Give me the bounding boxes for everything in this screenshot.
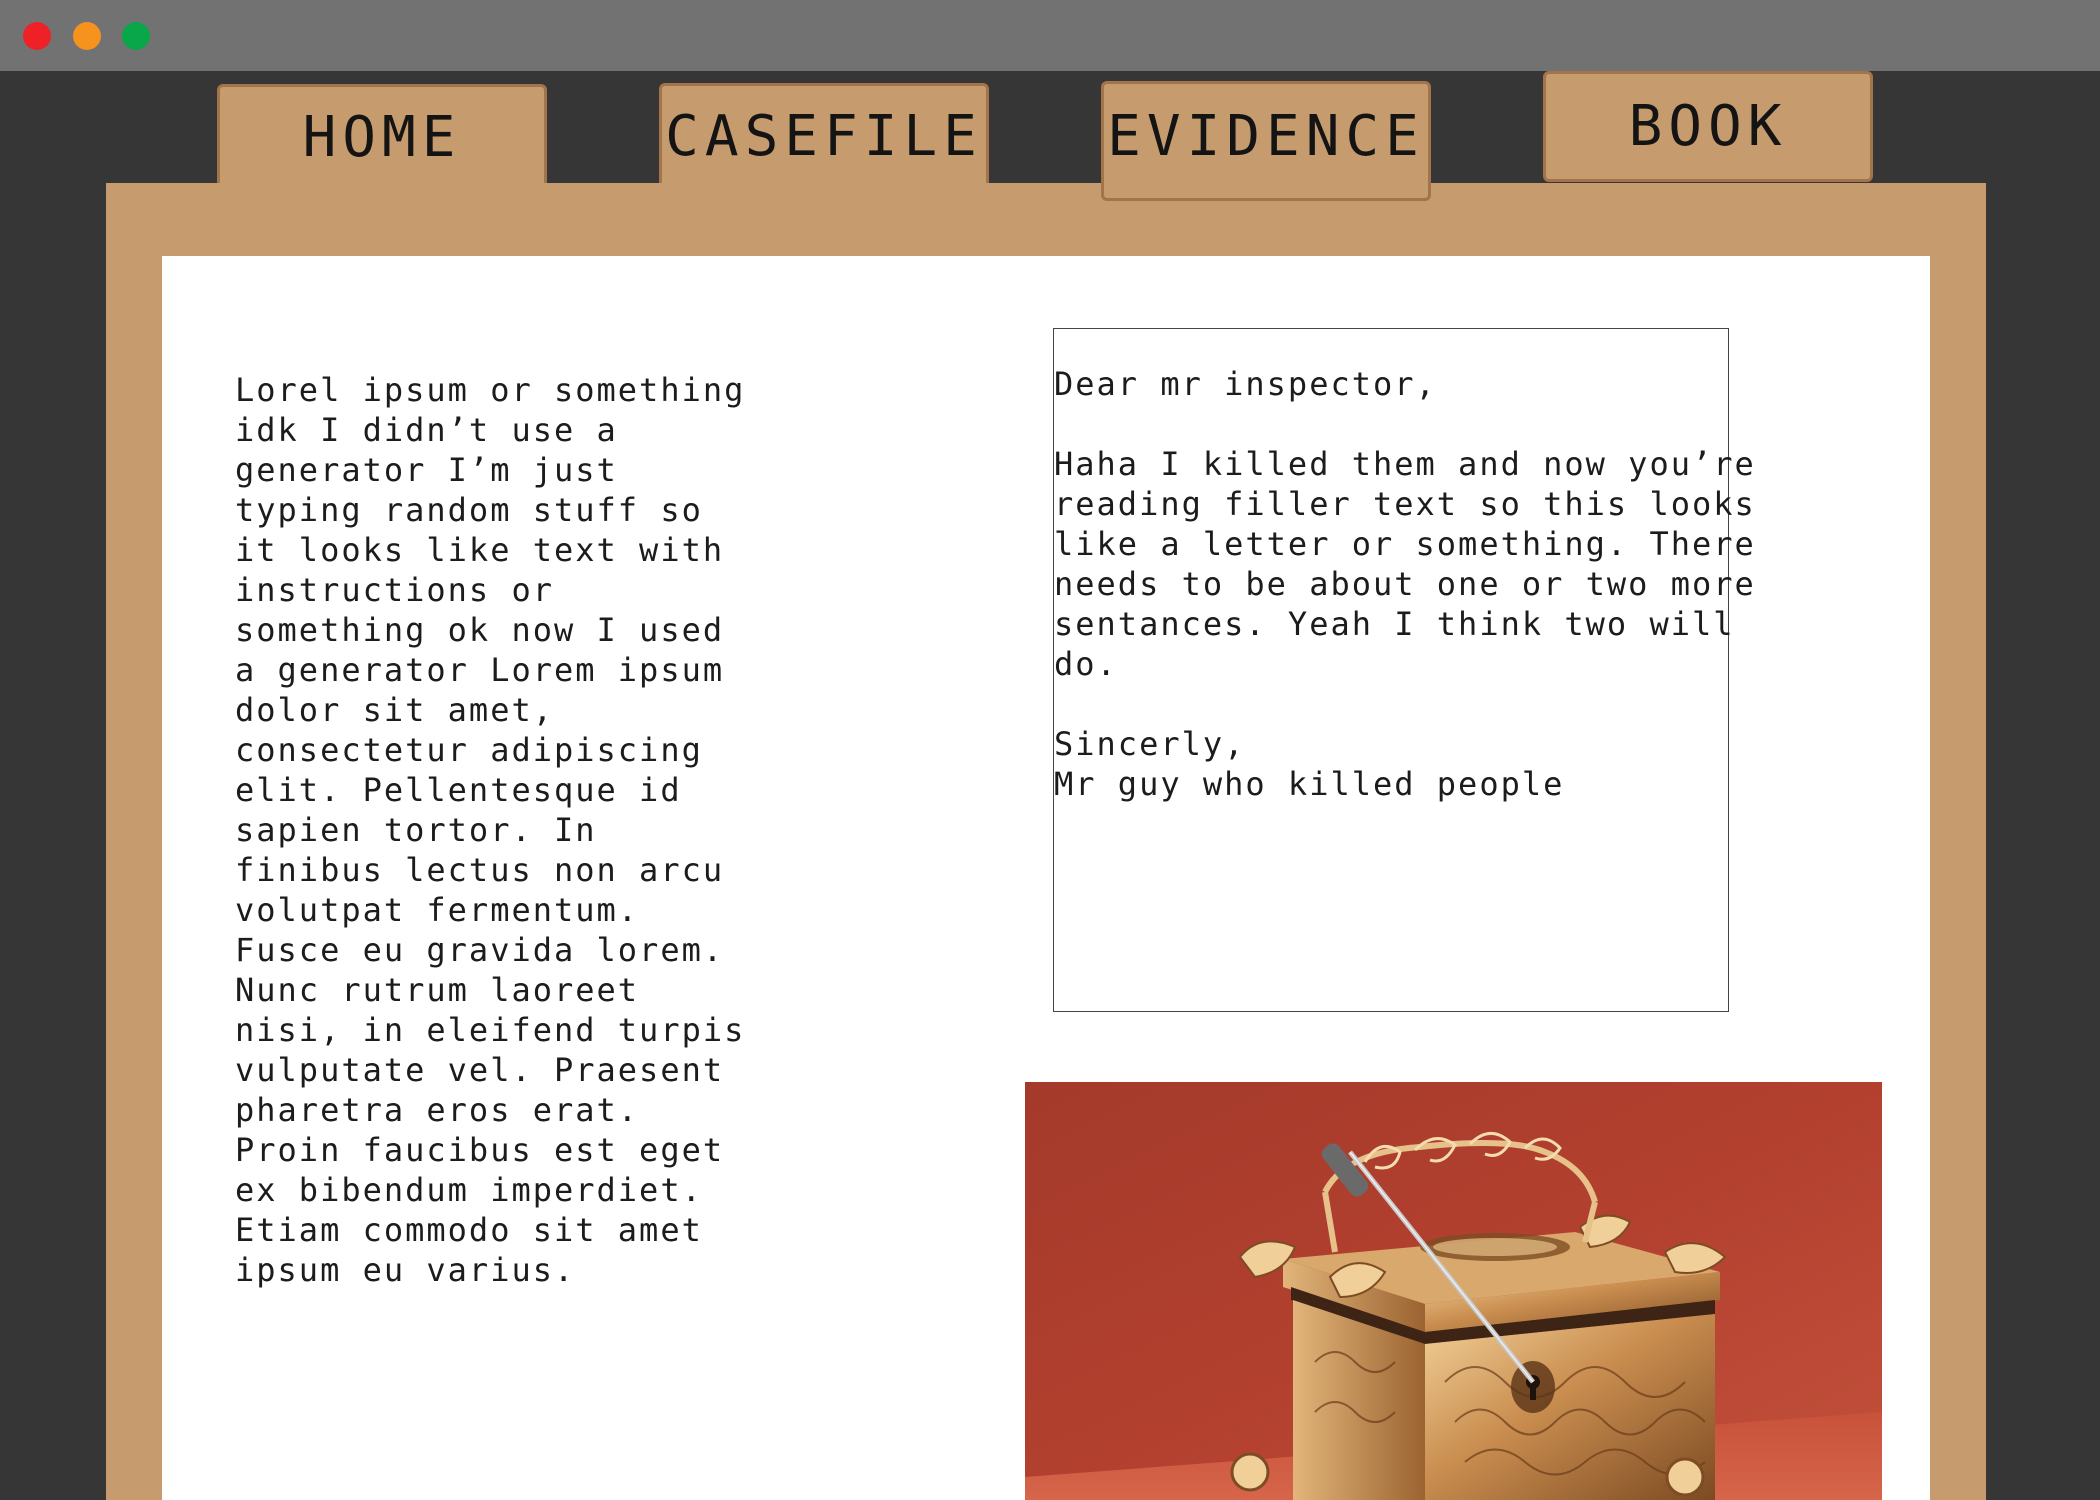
minimize-window-button[interactable] bbox=[73, 22, 101, 50]
tab-home[interactable]: HOME bbox=[217, 84, 547, 190]
letter-closing: Sincerly, bbox=[1054, 725, 1246, 763]
letter-greeting: Dear mr inspector, bbox=[1054, 365, 1437, 403]
tab-book[interactable]: BOOK bbox=[1543, 71, 1873, 182]
close-window-button[interactable] bbox=[23, 22, 51, 50]
window-titlebar bbox=[0, 0, 2100, 71]
maximize-window-button[interactable] bbox=[122, 22, 150, 50]
jewelry-box-image bbox=[1025, 1082, 1882, 1500]
evidence-letter: Dear mr inspector, Haha I killed them an… bbox=[1053, 328, 1756, 1012]
letter-signature: Mr guy who killed people bbox=[1054, 765, 1565, 803]
tab-casefile[interactable]: CASEFILE bbox=[659, 83, 989, 189]
letter-body: Haha I killed them and now you’re readin… bbox=[1054, 445, 1756, 683]
tab-evidence[interactable]: EVIDENCE bbox=[1101, 81, 1431, 201]
instructions-text: Lorel ipsum or something idk I didn’t us… bbox=[235, 371, 746, 1289]
evidence-photo bbox=[1025, 1082, 1882, 1500]
